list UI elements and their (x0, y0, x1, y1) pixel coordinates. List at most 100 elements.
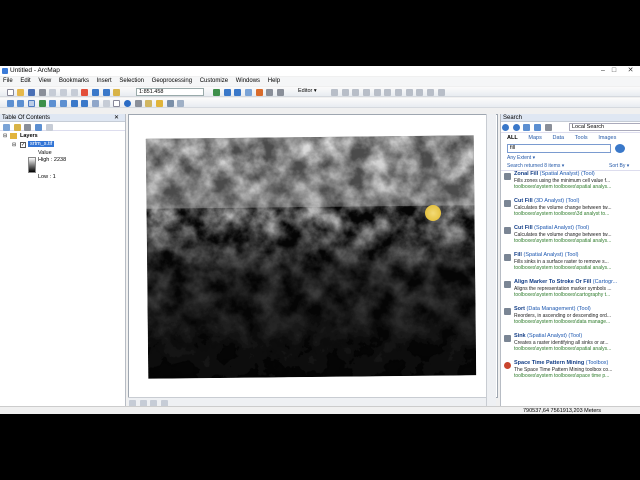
list-by-selection-icon[interactable] (35, 123, 43, 131)
expand-layers-icon[interactable]: ⊟ (3, 133, 7, 139)
results-count-link[interactable]: Search returned 8 items ▾ (507, 163, 564, 169)
toc-close-icon[interactable]: ✕ (114, 114, 119, 122)
save-icon[interactable] (28, 88, 36, 96)
print-icon[interactable] (38, 88, 46, 96)
tab-maps[interactable]: Maps (528, 135, 541, 141)
end-point-arc-icon[interactable] (363, 88, 371, 96)
split-tool-icon[interactable] (395, 88, 403, 96)
back-icon[interactable] (502, 123, 509, 131)
layer-visibility-checkbox[interactable]: ✓ (20, 142, 26, 148)
add-data-icon[interactable] (113, 88, 121, 96)
result-name[interactable]: Fill (514, 252, 522, 258)
result-name[interactable]: Align Marker To Stroke Or Fill (514, 279, 591, 285)
select-features-icon[interactable] (92, 99, 100, 107)
map-horizontal-scrollbar[interactable] (128, 397, 486, 407)
result-name[interactable]: Zonal Fill (514, 171, 538, 177)
close-button[interactable]: ✕ (621, 66, 640, 76)
search-result-item[interactable]: Zonal Fill (Spatial Analyst) (Tool) Fills… (501, 171, 640, 198)
menu-geoprocessing[interactable]: Geoprocessing (149, 77, 195, 85)
model-builder-icon[interactable] (277, 88, 285, 96)
result-name[interactable]: Cut Fill (514, 198, 533, 204)
paste-icon[interactable] (70, 88, 78, 96)
menu-view[interactable]: View (35, 77, 54, 85)
catalog-icon[interactable] (234, 88, 242, 96)
fixed-zoom-in-icon[interactable] (49, 99, 57, 107)
result-name[interactable]: Sink (514, 333, 526, 339)
tab-tools[interactable]: Tools (575, 135, 588, 141)
go-back-icon[interactable] (70, 99, 78, 107)
search-result-item[interactable]: Sink (Spatial Analyst) (Tool) Creates a r… (501, 333, 640, 360)
menu-customize[interactable]: Customize (197, 77, 231, 85)
find-icon[interactable] (134, 99, 142, 107)
search-input[interactable]: fill (507, 144, 611, 153)
attributes-icon[interactable] (416, 88, 424, 96)
table-of-contents-icon[interactable] (223, 88, 231, 96)
home-icon[interactable] (523, 123, 531, 131)
refresh-icon[interactable] (534, 123, 542, 131)
search-result-item[interactable]: Fill (Spatial Analyst) (Tool) Fills sinks… (501, 252, 640, 279)
tab-all[interactable]: ALL (507, 135, 518, 141)
time-slider-icon[interactable] (177, 99, 185, 107)
search-result-item[interactable]: Sort (Data Management) (Tool) Reorders, i… (501, 306, 640, 333)
options-icon[interactable] (544, 123, 552, 131)
expand-layer-icon[interactable]: ⊟ (12, 142, 16, 148)
select-elements-icon[interactable] (113, 99, 121, 107)
pan-icon[interactable] (28, 99, 36, 107)
cut-icon[interactable] (49, 88, 57, 96)
forward-icon[interactable] (512, 123, 520, 131)
search-result-item[interactable]: Cut Fill (Spatial Analyst) (Tool) Calcula… (501, 225, 640, 252)
maximize-button[interactable]: □ (609, 66, 619, 76)
tab-data[interactable]: Data (553, 135, 565, 141)
menu-bookmarks[interactable]: Bookmarks (56, 77, 92, 85)
menu-windows[interactable]: Windows (233, 77, 263, 85)
editor-toolbar-icon[interactable] (213, 88, 220, 96)
toc-options-icon[interactable] (45, 123, 53, 131)
result-name[interactable]: Sort (514, 306, 525, 312)
list-by-drawing-order-icon[interactable] (3, 123, 10, 131)
minimize-button[interactable]: – (598, 66, 608, 76)
measure-icon[interactable] (145, 99, 153, 107)
arctoolbox-icon[interactable] (255, 88, 263, 96)
search-window-icon[interactable] (245, 88, 253, 96)
open-folder-icon[interactable] (17, 88, 25, 96)
sketch-properties-icon[interactable] (427, 88, 435, 96)
map-scale-input[interactable]: 1:851.458 (136, 88, 204, 96)
edit-annotation-icon[interactable] (341, 88, 349, 96)
search-result-item[interactable]: Align Marker To Stroke Or Fill (Cartogr.… (501, 279, 640, 306)
sort-by-link[interactable]: Sort By ▾ (609, 163, 629, 169)
trace-icon[interactable] (373, 88, 381, 96)
search-result-item[interactable]: Space Time Pattern Mining (Toolbox) The S… (501, 360, 640, 387)
fixed-zoom-out-icon[interactable] (60, 99, 68, 107)
menu-insert[interactable]: Insert (94, 77, 115, 85)
search-location-select[interactable]: Local Search (569, 123, 640, 131)
html-popup-icon[interactable] (166, 99, 174, 107)
create-features-icon[interactable] (437, 88, 445, 96)
clear-selection-icon[interactable] (102, 99, 110, 107)
list-by-visibility-icon[interactable] (24, 123, 32, 131)
map-vertical-scrollbar[interactable] (486, 114, 496, 406)
editor-menu[interactable]: Editor ▾ (298, 88, 317, 94)
search-icon[interactable] (615, 144, 625, 153)
list-by-source-icon[interactable] (13, 123, 21, 131)
undo-icon[interactable] (92, 88, 100, 96)
edit-tool-icon[interactable] (331, 88, 338, 96)
straight-segment-icon[interactable] (352, 88, 360, 96)
rotate-tool-icon[interactable] (405, 88, 413, 96)
result-name[interactable]: Cut Fill (514, 225, 533, 231)
any-extent-link[interactable]: Any Extent ▾ (501, 155, 640, 163)
redo-icon[interactable] (102, 88, 110, 96)
go-forward-icon[interactable] (81, 99, 89, 107)
tab-images[interactable]: Images (598, 135, 616, 141)
result-name[interactable]: Space Time Pattern Mining (514, 360, 584, 366)
delete-icon[interactable] (81, 88, 89, 96)
identify-icon[interactable] (124, 99, 132, 107)
menu-help[interactable]: Help (265, 77, 283, 85)
zoom-in-icon[interactable] (6, 99, 14, 107)
map-view[interactable] (128, 114, 498, 398)
point-icon[interactable] (384, 88, 392, 96)
layer-name[interactable]: srtm_s.tif (28, 141, 55, 147)
hyperlink-icon[interactable] (156, 99, 164, 107)
menu-file[interactable]: File (0, 77, 16, 85)
menu-selection[interactable]: Selection (116, 77, 147, 85)
python-icon[interactable] (266, 88, 274, 96)
